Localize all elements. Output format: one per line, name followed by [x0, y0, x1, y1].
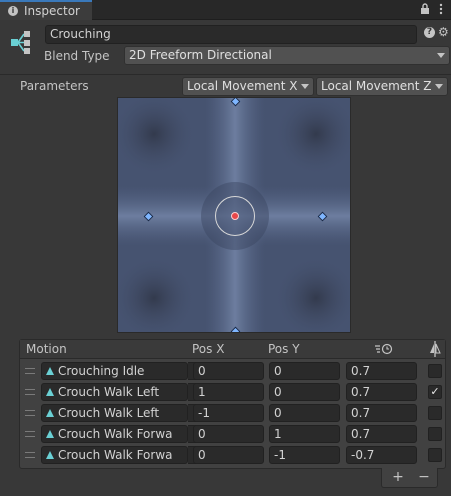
motion-name: Crouching Idle — [58, 364, 145, 378]
animation-clip-icon — [46, 430, 54, 438]
param-z-value: Local Movement Z — [321, 79, 432, 93]
pos-y-field[interactable]: 0 — [269, 362, 340, 380]
pos-x-field[interactable]: 0 — [193, 425, 264, 443]
mirror-checkbox[interactable] — [428, 448, 442, 462]
drag-handle-icon[interactable] — [25, 431, 35, 437]
parameters-label: Parameters — [20, 79, 89, 93]
drag-handle-icon[interactable] — [25, 452, 35, 458]
speed-clock-icon — [374, 343, 394, 358]
motion-field[interactable]: Crouching Idle — [41, 362, 188, 380]
more-options-icon[interactable] — [435, 3, 447, 15]
motion-name: Crouch Walk Forwa — [58, 427, 173, 441]
motion-field[interactable]: Crouch Walk Left — [41, 383, 188, 401]
table-row[interactable]: Crouch Walk Left 1 0 0.7 ✓ — [20, 382, 445, 403]
chevron-down-icon — [437, 53, 445, 58]
motion-table: Motion Pos X Pos Y Crouching Idle 0 0 0.7 Cr… — [19, 339, 446, 469]
animation-clip-icon — [46, 409, 54, 417]
name-field[interactable]: Crouching — [45, 25, 417, 44]
motion-column-header: Motion — [26, 342, 67, 356]
speed-field[interactable]: 0.7 — [346, 362, 417, 380]
table-row[interactable]: Crouching Idle 0 0 0.7 — [20, 361, 445, 382]
mirror-icon — [429, 341, 441, 360]
pos-x-field[interactable]: 0 — [193, 446, 264, 464]
blend-point-selected[interactable] — [231, 212, 239, 220]
add-motion-button[interactable]: + — [388, 469, 408, 485]
info-icon: i — [8, 6, 18, 16]
pos-x-field[interactable]: 1 — [193, 383, 264, 401]
blend-tree-icon — [10, 30, 38, 56]
chevron-down-icon — [435, 84, 443, 89]
motion-name: Crouch Walk Left — [58, 385, 160, 399]
motion-field[interactable]: Crouch Walk Forwa — [41, 446, 188, 464]
drag-handle-icon[interactable] — [25, 368, 35, 374]
list-footer: + − — [381, 468, 438, 488]
divider — [0, 74, 451, 75]
remove-motion-button[interactable]: − — [414, 469, 434, 485]
table-header: Motion Pos X Pos Y — [20, 340, 445, 359]
pos-y-field[interactable]: 0 — [269, 404, 340, 422]
motion-field[interactable]: Crouch Walk Left — [41, 404, 188, 422]
table-row[interactable]: Crouch Walk Forwa 0 -1 -0.7 — [20, 445, 445, 466]
motion-name: Crouch Walk Left — [58, 406, 160, 420]
pos-x-field[interactable]: 0 — [193, 362, 264, 380]
speed-field[interactable]: 0.7 — [346, 383, 417, 401]
blend-type-label: Blend Type — [44, 49, 110, 63]
chevron-down-icon — [301, 84, 309, 89]
speed-field[interactable]: -0.7 — [346, 446, 417, 464]
pos-y-column-header: Pos Y — [268, 342, 300, 356]
blend-space-graph[interactable] — [117, 97, 351, 333]
drag-handle-icon[interactable] — [25, 389, 35, 395]
animation-clip-icon — [46, 367, 54, 375]
blend-type-dropdown[interactable]: 2D Freeform Directional — [124, 46, 450, 65]
pos-y-field[interactable]: 1 — [269, 425, 340, 443]
tab-label: Inspector — [24, 4, 80, 18]
mirror-checkbox[interactable]: ✓ — [428, 385, 442, 399]
animation-clip-icon — [46, 388, 54, 396]
table-row[interactable]: Crouch Walk Left -1 0 0.7 — [20, 403, 445, 424]
animation-clip-icon — [46, 451, 54, 459]
mirror-checkbox[interactable] — [428, 427, 442, 441]
param-x-dropdown[interactable]: Local Movement X — [182, 77, 314, 96]
tab-inspector[interactable]: i Inspector — [0, 0, 92, 20]
pos-x-field[interactable]: -1 — [193, 404, 264, 422]
mirror-checkbox[interactable] — [428, 364, 442, 378]
speed-field[interactable]: 0.7 — [346, 425, 417, 443]
pos-x-column-header: Pos X — [192, 342, 225, 356]
pos-y-field[interactable]: 0 — [269, 383, 340, 401]
mirror-checkbox[interactable] — [428, 406, 442, 420]
param-z-dropdown[interactable]: Local Movement Z — [316, 77, 448, 96]
lock-icon[interactable] — [419, 3, 431, 15]
help-icon[interactable]: ? — [424, 27, 435, 38]
speed-field[interactable]: 0.7 — [346, 404, 417, 422]
pos-y-field[interactable]: -1 — [269, 446, 340, 464]
param-x-value: Local Movement X — [187, 79, 298, 93]
blend-type-value: 2D Freeform Directional — [129, 48, 272, 62]
motion-name: Crouch Walk Forwa — [58, 448, 173, 462]
tab-bar: i Inspector — [0, 0, 451, 20]
drag-handle-icon[interactable] — [25, 410, 35, 416]
table-row[interactable]: Crouch Walk Forwa 0 1 0.7 — [20, 424, 445, 445]
settings-gear-icon[interactable]: ⚙ — [438, 26, 450, 38]
motion-field[interactable]: Crouch Walk Forwa — [41, 425, 188, 443]
